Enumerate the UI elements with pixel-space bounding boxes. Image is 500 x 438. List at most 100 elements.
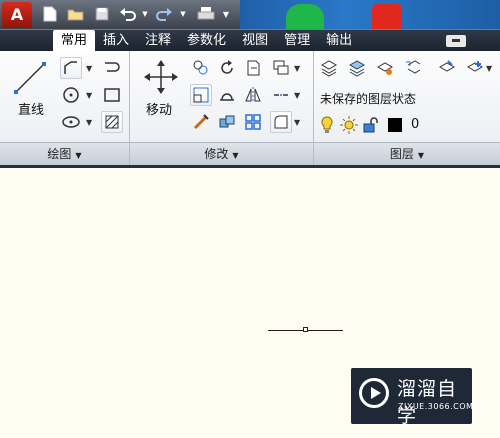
chevron-down-icon[interactable]: ▼: [294, 91, 300, 100]
print-icon: [197, 7, 215, 20]
open-icon: [67, 9, 84, 21]
save-button[interactable]: [92, 4, 112, 24]
ellipse-icon: [62, 116, 80, 128]
circle-icon: [63, 87, 79, 103]
desktop-background: [240, 0, 500, 29]
tab-parametric[interactable]: 参数化: [179, 30, 234, 52]
draw-panel: 直线 ▼ ▼ ▼ 绘图 ▼: [0, 51, 130, 165]
watermark-brand: 溜溜自学: [397, 378, 458, 427]
chamfer-icon: [274, 115, 288, 129]
tab-view[interactable]: 视图: [234, 30, 276, 52]
chevron-down-icon: ▼: [142, 10, 148, 18]
print-button[interactable]: [196, 4, 216, 24]
stretch-button[interactable]: [216, 84, 238, 106]
spline-icon: [105, 62, 120, 72]
tab-manage[interactable]: 管理: [276, 30, 318, 52]
explode-button[interactable]: [216, 111, 238, 133]
move-button[interactable]: 移动: [138, 57, 184, 119]
circle-button[interactable]: [60, 84, 82, 106]
rectangle-icon: [104, 88, 120, 102]
ribbon: 直线 ▼ ▼ ▼ 绘图 ▼ 移动 ▼ ▼ ▼ 修改 ▼ ▼ 未保存的图层状态 0…: [0, 51, 500, 166]
spline-button[interactable]: [101, 57, 123, 79]
array-icon: [245, 114, 261, 130]
undo-dropdown[interactable]: ▼: [140, 4, 150, 24]
break-line-icon: [274, 94, 288, 96]
open-button[interactable]: [66, 4, 86, 24]
undo-icon: [120, 8, 136, 21]
unlock-icon: [363, 117, 378, 133]
modify-panel: 移动 ▼ ▼ ▼ 修改 ▼: [130, 51, 314, 165]
minimize-ribbon-button[interactable]: [446, 35, 466, 47]
line-icon: [14, 62, 46, 94]
array-dropdown-button[interactable]: [270, 57, 292, 79]
layer-unisolate-button[interactable]: [464, 57, 486, 79]
explode-icon: [219, 115, 235, 128]
chevron-down-icon[interactable]: ▼: [486, 64, 492, 73]
scale-icon: [193, 87, 209, 103]
fillet-button[interactable]: [190, 111, 212, 133]
quick-access-toolbar: A ▼ ▼ ▼: [0, 0, 500, 29]
scale-button[interactable]: [190, 84, 212, 106]
current-layer-name: 0: [411, 117, 420, 132]
play-logo-icon: [359, 378, 389, 408]
new-button[interactable]: [40, 4, 60, 24]
tab-insert[interactable]: 插入: [95, 30, 137, 52]
draw-panel-title[interactable]: 绘图 ▼: [0, 142, 129, 165]
copy-button[interactable]: [190, 57, 212, 79]
layer-previous-button[interactable]: [402, 57, 424, 79]
chamfer-button[interactable]: [270, 111, 292, 133]
layer-isolate-button[interactable]: [436, 57, 458, 79]
modify-panel-title[interactable]: 修改 ▼: [130, 142, 313, 165]
chevron-down-icon[interactable]: ▼: [294, 64, 300, 73]
watermark-url: ZIXUE.3066.COM: [398, 402, 474, 411]
chevron-down-icon: ▼: [222, 9, 230, 19]
save-icon: [95, 7, 109, 21]
polyline-button[interactable]: [60, 57, 82, 79]
chevron-down-icon[interactable]: ▼: [86, 91, 92, 100]
tab-annotate[interactable]: 注释: [137, 30, 179, 52]
layer-match-button[interactable]: [374, 57, 396, 79]
stack-icon: [273, 60, 289, 75]
chevron-down-icon[interactable]: ▼: [294, 118, 300, 127]
layers-panel: ▼ 未保存的图层状态 0 图层 ▼: [314, 51, 500, 165]
chevron-down-icon: ▼: [180, 10, 186, 18]
layer-state-button[interactable]: [346, 57, 368, 79]
ribbon-tab-bar: 常用 插入 注释 参数化 视图 管理 输出: [0, 29, 500, 52]
app-logo-icon: A: [10, 5, 24, 24]
line-button[interactable]: 直线: [8, 57, 54, 119]
new-icon: [43, 6, 57, 22]
layer-isolate-icon: [438, 60, 456, 72]
layer-dropdown[interactable]: 0: [318, 113, 498, 137]
break-button[interactable]: [270, 84, 292, 106]
layer-state-dropdown[interactable]: 未保存的图层状态: [320, 90, 416, 107]
mirror-button[interactable]: [242, 84, 264, 106]
chevron-down-icon[interactable]: ▼: [86, 118, 92, 127]
customize-qat-dropdown[interactable]: ▼: [220, 4, 232, 24]
rotate-button[interactable]: [216, 57, 238, 79]
rotate-icon: [221, 60, 233, 74]
undo-button[interactable]: [118, 4, 138, 24]
rectangle-button[interactable]: [101, 84, 123, 106]
ellipse-button[interactable]: [60, 111, 82, 133]
trim-button[interactable]: [242, 57, 264, 79]
desktop-app-icon: [286, 4, 324, 29]
redo-button[interactable]: [154, 4, 174, 24]
tab-output[interactable]: 输出: [318, 30, 360, 52]
chevron-down-icon: ▼: [75, 151, 82, 160]
layer-properties-button[interactable]: [318, 57, 340, 79]
lightbulb-icon: [321, 116, 333, 133]
application-menu-button[interactable]: A: [2, 2, 32, 28]
stretch-icon: [220, 93, 234, 101]
pickbox-cursor: [303, 327, 308, 332]
layers-panel-title[interactable]: 图层 ▼: [314, 142, 500, 165]
copy-icon: [193, 60, 208, 75]
layer-stack-icon: [348, 60, 366, 77]
chevron-down-icon[interactable]: ▼: [86, 64, 92, 73]
sun-icon: [340, 116, 358, 134]
tab-home[interactable]: 常用: [53, 30, 96, 52]
redo-dropdown[interactable]: ▼: [178, 4, 188, 24]
redo-icon: [156, 8, 172, 21]
rectangular-array-button[interactable]: [242, 111, 264, 133]
chevron-down-icon: ▼: [417, 151, 425, 160]
hatch-button[interactable]: [101, 111, 123, 133]
